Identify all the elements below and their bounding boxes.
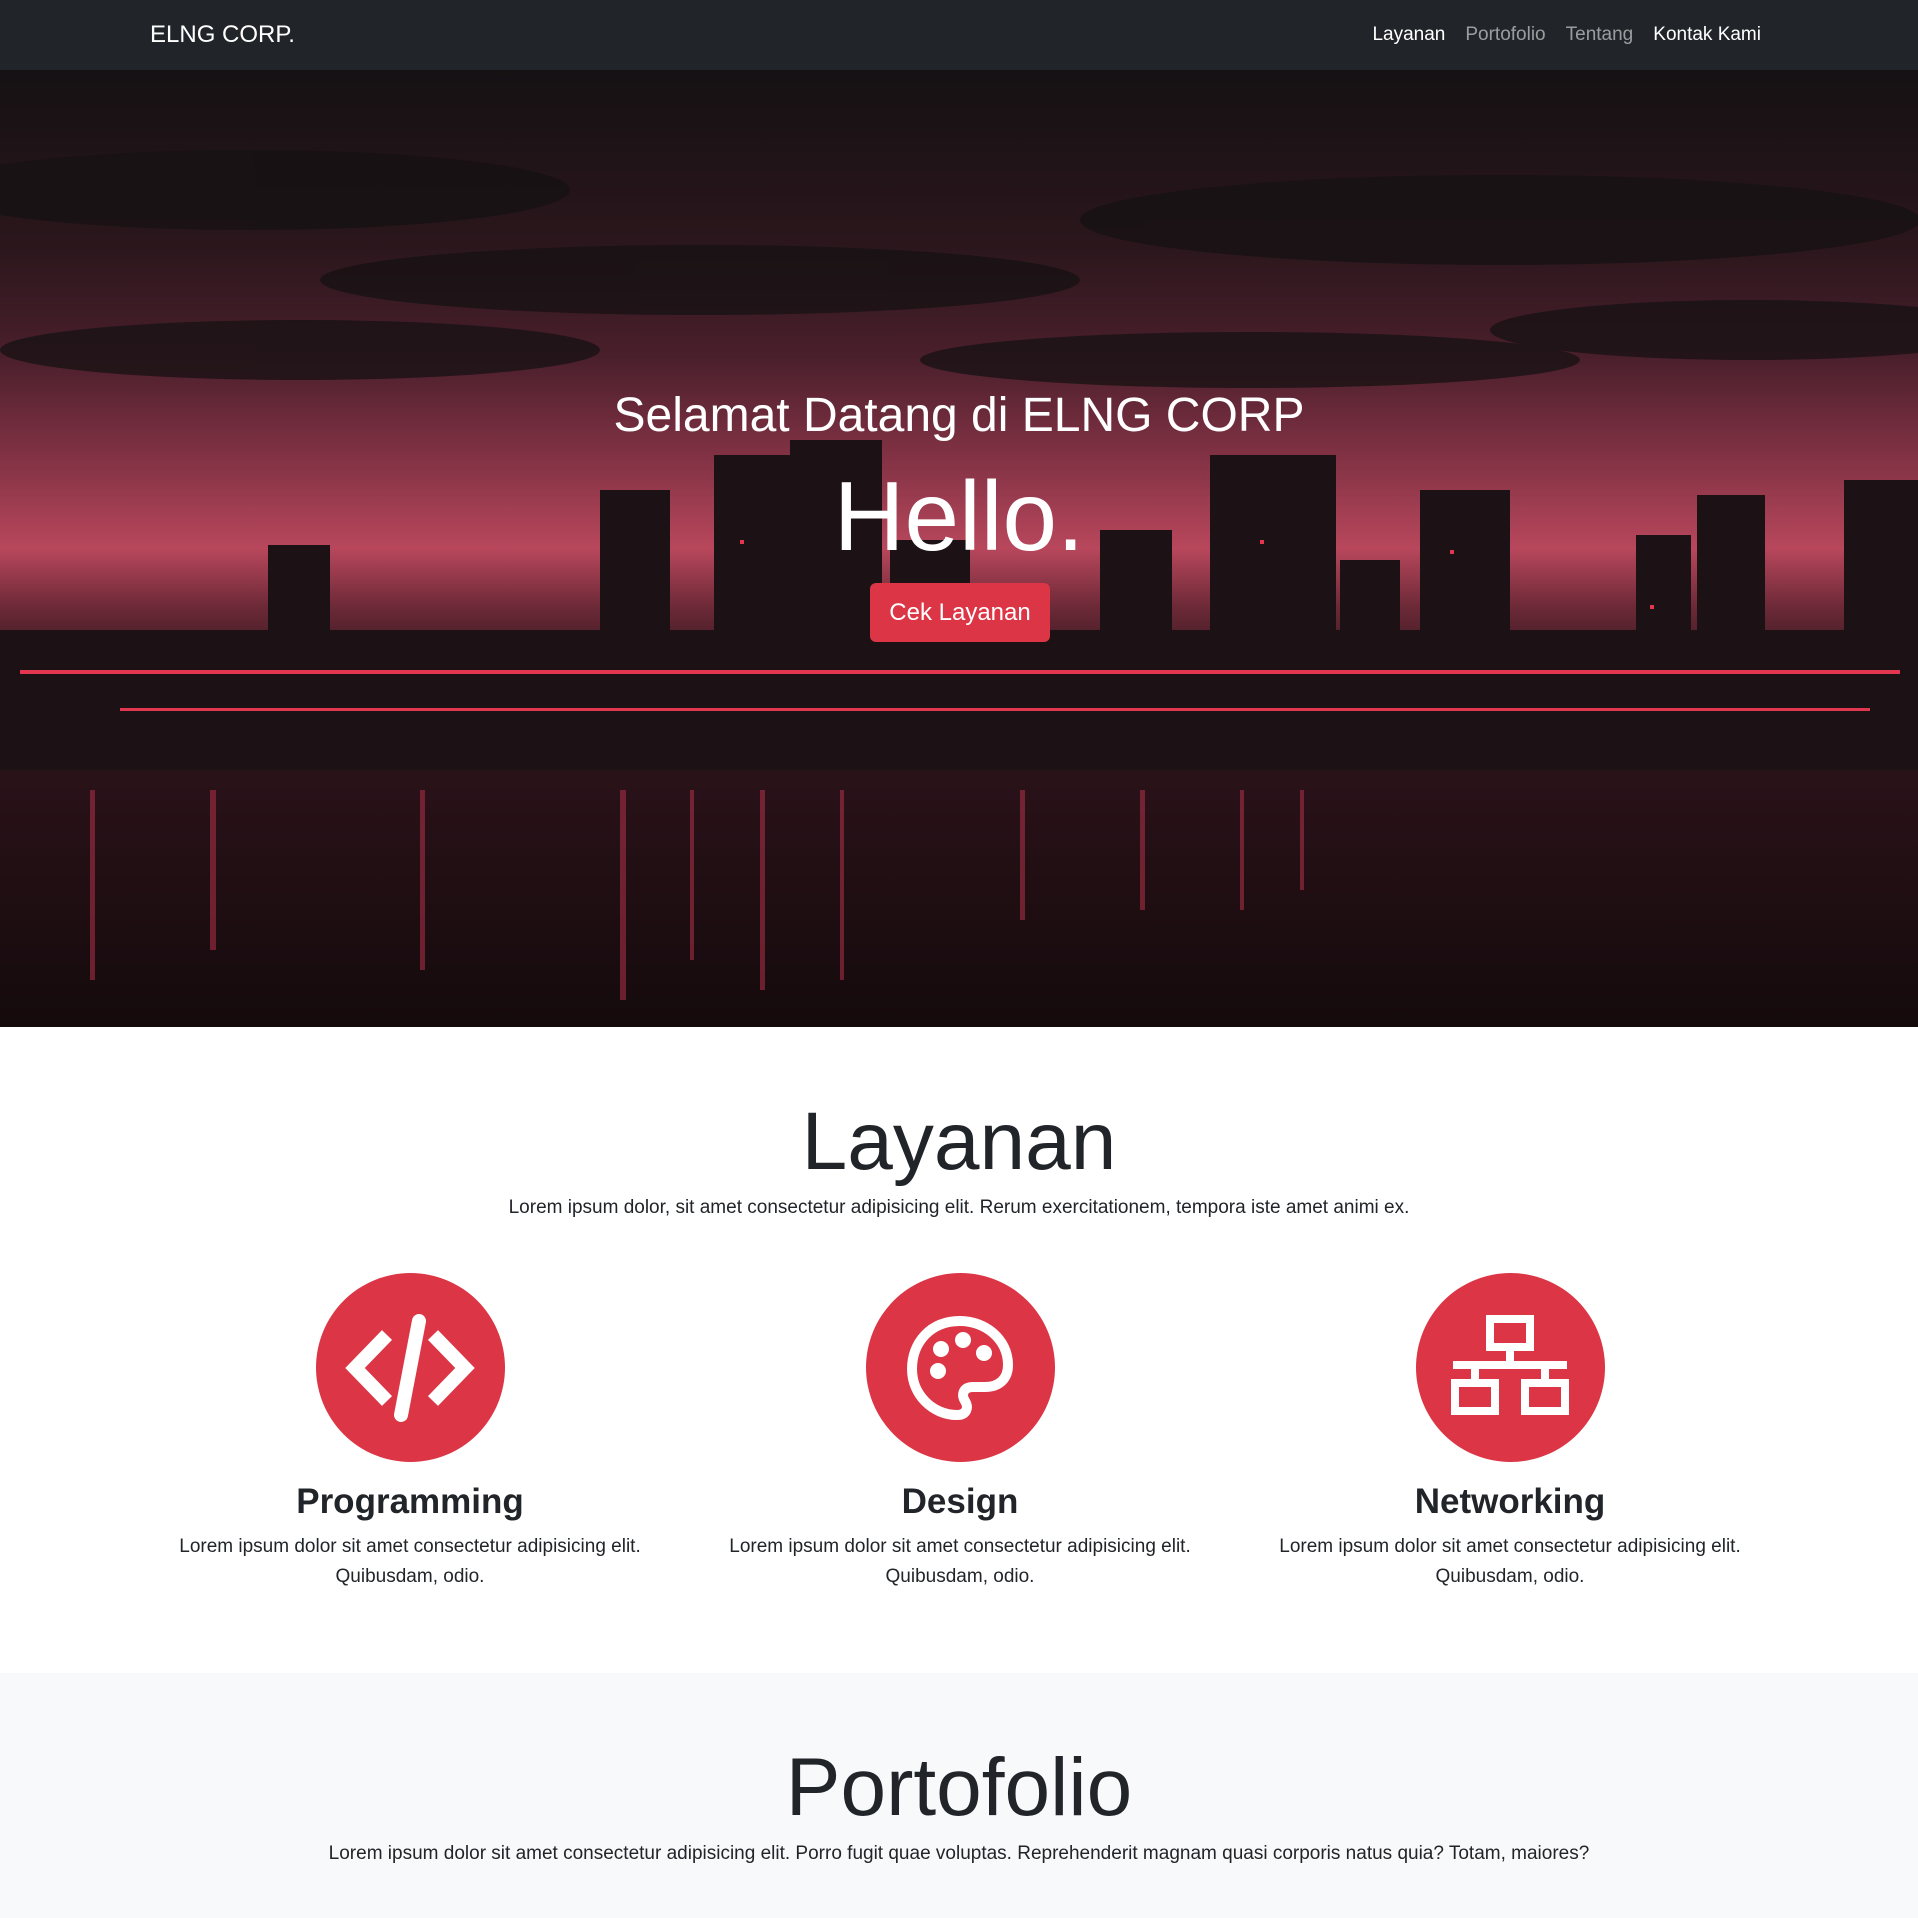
portofolio-section: Portofolio Lorem ipsum dolor sit amet co… xyxy=(0,1673,1918,1918)
service-description: Lorem ipsum dolor sit amet consectetur a… xyxy=(1260,1532,1760,1592)
service-icon-circle xyxy=(865,1273,1055,1462)
nav-links: Layanan Portofolio Tentang Kontak Kami xyxy=(1372,0,1761,70)
service-card-design: Design Lorem ipsum dolor sit amet consec… xyxy=(710,1273,1210,1592)
section-lead-layanan: Lorem ipsum dolor, sit amet consectetur … xyxy=(508,1197,1410,1218)
service-text-line: Lorem ipsum dolor sit amet consectetur a… xyxy=(1279,1536,1741,1557)
service-text-line: Quibusdam, odio. xyxy=(335,1566,485,1587)
service-title: Networking xyxy=(1414,1482,1606,1521)
hero-section: Selamat Datang di ELNG CORP Hello. Cek L… xyxy=(0,70,1918,1027)
service-description: Lorem ipsum dolor sit amet consectetur a… xyxy=(710,1532,1210,1592)
palette-icon xyxy=(907,1315,1013,1420)
cek-layanan-button[interactable]: Cek Layanan xyxy=(870,583,1050,642)
service-icon-circle xyxy=(315,1273,505,1462)
section-title-portofolio: Portofolio xyxy=(785,1742,1133,1833)
service-card-programming: Programming Lorem ipsum dolor sit amet c… xyxy=(160,1273,660,1592)
service-card-networking: Networking Lorem ipsum dolor sit amet co… xyxy=(1260,1273,1760,1592)
service-icon-circle xyxy=(1415,1273,1605,1462)
service-title: Design xyxy=(901,1482,1019,1521)
service-title: Programming xyxy=(296,1482,524,1521)
hero-subtitle: Selamat Datang di ELNG CORP xyxy=(613,389,1305,442)
navbar: ELNG CORP. Layanan Portofolio Tentang Ko… xyxy=(0,0,1918,70)
section-lead-portofolio: Lorem ipsum dolor sit amet consectetur a… xyxy=(328,1843,1590,1864)
hero-content: Selamat Datang di ELNG CORP Hello. Cek L… xyxy=(0,70,1918,1027)
service-text-line: Lorem ipsum dolor sit amet consectetur a… xyxy=(179,1536,641,1557)
service-text-line: Lorem ipsum dolor sit amet consectetur a… xyxy=(729,1536,1191,1557)
service-description: Lorem ipsum dolor sit amet consectetur a… xyxy=(160,1532,660,1592)
nav-link-tentang[interactable]: Tentang xyxy=(1566,24,1634,46)
layanan-section: Layanan Lorem ipsum dolor, sit amet cons… xyxy=(0,1027,1918,1673)
network-icon xyxy=(1451,1314,1569,1415)
nav-link-kontak-kami[interactable]: Kontak Kami xyxy=(1653,24,1761,46)
nav-link-layanan[interactable]: Layanan xyxy=(1372,24,1445,46)
brand-logo-link[interactable]: ELNG CORP. xyxy=(150,0,295,70)
service-text-line: Quibusdam, odio. xyxy=(1435,1566,1585,1587)
service-text-line: Quibusdam, odio. xyxy=(885,1566,1035,1587)
hero-title: Hello. xyxy=(833,461,1085,571)
code-icon xyxy=(345,1313,475,1422)
section-title-layanan: Layanan xyxy=(801,1096,1117,1187)
nav-link-portofolio[interactable]: Portofolio xyxy=(1465,24,1545,46)
